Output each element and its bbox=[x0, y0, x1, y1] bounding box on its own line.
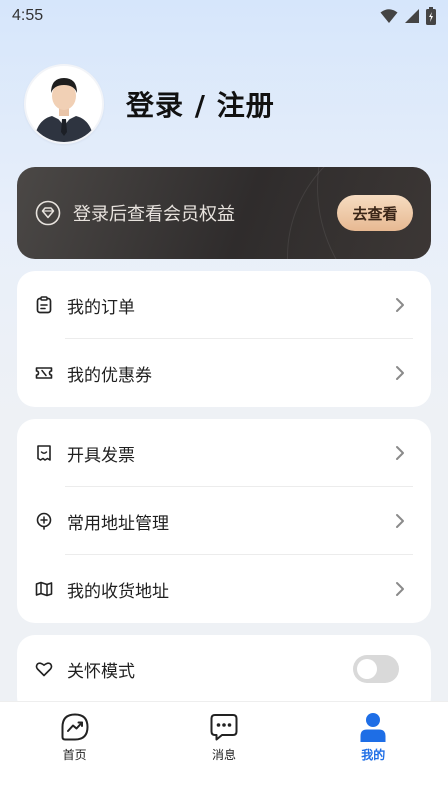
menu-item-label: 关怀模式 bbox=[67, 661, 135, 682]
avatar[interactable] bbox=[24, 64, 104, 144]
avatar-person-icon bbox=[34, 78, 94, 142]
tab-label: 消息 bbox=[211, 748, 236, 762]
tab-label: 首页 bbox=[62, 748, 87, 762]
menu-item-orders[interactable]: 我的订单 bbox=[17, 271, 431, 339]
home-chart-icon bbox=[61, 713, 89, 741]
receipt-icon bbox=[37, 445, 51, 461]
chevron-right-icon bbox=[396, 298, 404, 312]
menu-item-address-management[interactable]: 常用地址管理 bbox=[17, 487, 431, 555]
tab-label: 我的 bbox=[361, 748, 386, 762]
menu-item-label: 我的优惠券 bbox=[67, 365, 152, 386]
chevron-right-icon bbox=[396, 582, 404, 596]
clipboard-icon bbox=[36, 296, 52, 314]
message-icon bbox=[210, 714, 238, 741]
care-mode-toggle[interactable] bbox=[353, 655, 399, 683]
bottom-tab-bar: 首页 消息 我的 bbox=[0, 701, 448, 796]
chevron-right-icon bbox=[396, 514, 404, 528]
menu-group-orders: 我的订单 我的优惠券 bbox=[17, 271, 431, 407]
person-icon bbox=[360, 713, 386, 742]
status-icons bbox=[380, 7, 436, 25]
menu-item-label: 我的收货地址 bbox=[67, 581, 169, 602]
status-bar: 4:55 bbox=[0, 0, 448, 32]
map-icon bbox=[35, 581, 53, 597]
menu-item-label: 开具发票 bbox=[67, 445, 135, 466]
menu-item-label: 我的订单 bbox=[67, 297, 135, 318]
location-pin-icon bbox=[36, 512, 52, 530]
vip-benefits-text: 登录后查看会员权益 bbox=[73, 204, 235, 225]
heart-icon bbox=[35, 662, 53, 677]
tab-profile[interactable]: 我的 bbox=[323, 712, 423, 796]
menu-item-coupons[interactable]: 我的优惠券 bbox=[17, 339, 431, 407]
toggle-knob bbox=[357, 659, 377, 679]
battery-icon bbox=[426, 7, 436, 25]
menu-item-shipping-address[interactable]: 我的收货地址 bbox=[17, 555, 431, 623]
menu-item-label: 常用地址管理 bbox=[67, 513, 169, 534]
tab-messages[interactable]: 消息 bbox=[174, 712, 274, 796]
chevron-right-icon bbox=[396, 446, 404, 460]
profile-header[interactable]: 登录 / 注册 bbox=[24, 64, 275, 144]
menu-item-invoice[interactable]: 开具发票 bbox=[17, 419, 431, 487]
login-register-title[interactable]: 登录 / 注册 bbox=[126, 84, 275, 124]
wifi-icon bbox=[380, 9, 398, 23]
menu-item-care-mode: 关怀模式 bbox=[17, 635, 431, 703]
menu-group-address: 开具发票 常用地址管理 我的收货地址 bbox=[17, 419, 431, 623]
chevron-right-icon bbox=[396, 366, 404, 380]
tab-home[interactable]: 首页 bbox=[25, 712, 125, 796]
signal-icon bbox=[405, 9, 419, 23]
vip-diamond-icon bbox=[35, 200, 61, 226]
status-time: 4:55 bbox=[12, 7, 44, 24]
view-benefits-button[interactable]: 去查看 bbox=[337, 195, 413, 231]
vip-card[interactable]: 登录后查看会员权益 去查看 bbox=[17, 167, 431, 259]
coupon-icon bbox=[35, 367, 53, 379]
